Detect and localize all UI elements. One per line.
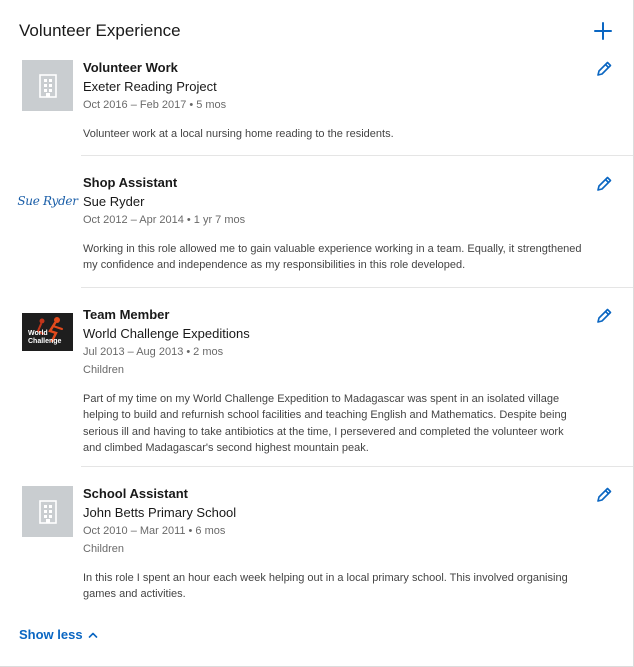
- cause-text: Children: [83, 364, 124, 376]
- entry-content: Team Member World Challenge Expeditions …: [83, 307, 633, 457]
- edit-entry-button[interactable]: [595, 175, 613, 193]
- logo-text-line2: Challenge: [28, 338, 62, 345]
- company-logo: World Challenge: [22, 313, 73, 351]
- plus-icon: [594, 22, 612, 40]
- date-range: Oct 2012 – Apr 2014 • 1 yr 7 mos: [83, 214, 246, 226]
- volunteer-experience-card: Volunteer Experience Volunteer Work Exet…: [0, 0, 634, 667]
- organization-name: Exeter Reading Project: [83, 79, 217, 94]
- role-title: Volunteer Work: [83, 60, 178, 75]
- entry-divider: [81, 287, 633, 288]
- company-logo: Sue Ryder: [17, 175, 78, 226]
- duration-text: 6 mos: [195, 525, 226, 537]
- show-less-button[interactable]: Show less: [19, 627, 99, 643]
- organization-name: Sue Ryder: [83, 194, 145, 209]
- edit-entry-button[interactable]: [595, 60, 613, 78]
- building-icon: [38, 499, 57, 524]
- duration-text: 2 mos: [193, 346, 224, 358]
- section-title: Volunteer Experience: [19, 21, 181, 40]
- chevron-up-icon: [88, 632, 97, 638]
- pencil-icon: [597, 487, 612, 502]
- duration-text: 5 mos: [196, 99, 227, 111]
- cause-text: Children: [83, 543, 124, 555]
- entry-description: Part of my time on my World Challenge Ex…: [83, 393, 567, 455]
- entry-description: Volunteer work at a local nursing home r…: [83, 128, 394, 140]
- dates-text: Jul 2013 – Aug 2013: [83, 346, 184, 358]
- volunteer-entry: World Challenge Team Member World Challe…: [19, 307, 633, 467]
- volunteer-entry: Sue Ryder Shop Assistant Sue Ryder Oct 2…: [17, 175, 633, 287]
- show-less-label: Show less: [19, 627, 83, 642]
- entry-divider: [81, 466, 633, 467]
- dates-text: Oct 2010 – Mar 2011: [83, 525, 186, 537]
- entry-divider: [81, 155, 633, 156]
- building-icon: [38, 73, 57, 98]
- company-logo: [22, 60, 73, 111]
- pencil-icon: [597, 61, 612, 76]
- world-challenge-logo: World Challenge: [22, 313, 73, 351]
- edit-entry-button[interactable]: [595, 307, 613, 325]
- add-volunteer-experience-button[interactable]: [591, 19, 615, 43]
- entry-content: School Assistant John Betts Primary Scho…: [83, 486, 633, 603]
- pencil-icon: [597, 176, 612, 191]
- organization-name: John Betts Primary School: [83, 505, 237, 520]
- edit-entry-button[interactable]: [595, 486, 613, 504]
- entry-description: Working in this role allowed me to gain …: [83, 243, 582, 272]
- role-title: Shop Assistant: [83, 175, 178, 190]
- entry-content: Volunteer Work Exeter Reading Project Oc…: [83, 60, 633, 142]
- volunteer-entry: Volunteer Work Exeter Reading Project Oc…: [19, 60, 633, 156]
- entry-description: In this role I spent an hour each week h…: [83, 572, 568, 601]
- section-header: Volunteer Experience: [19, 19, 615, 43]
- sue-ryder-logo-text: Sue Ryder: [17, 193, 78, 208]
- volunteer-entry: School Assistant John Betts Primary Scho…: [19, 486, 633, 606]
- date-range: Oct 2016 – Feb 2017 • 5 mos: [83, 99, 227, 111]
- date-range: Oct 2010 – Mar 2011 • 6 mos: [83, 525, 226, 537]
- dates-text: Oct 2012 – Apr 2014: [83, 214, 184, 226]
- role-title: Team Member: [83, 307, 170, 322]
- logo-text-line1: World: [28, 330, 48, 337]
- duration-text: 1 yr 7 mos: [193, 214, 246, 226]
- entry-content: Shop Assistant Sue Ryder Oct 2012 – Apr …: [83, 175, 633, 274]
- date-range: Jul 2013 – Aug 2013 • 2 mos: [83, 346, 224, 358]
- role-title: School Assistant: [83, 486, 188, 501]
- pencil-icon: [597, 308, 612, 323]
- dates-text: Oct 2016 – Feb 2017: [83, 99, 187, 111]
- company-logo: [22, 486, 73, 537]
- organization-name: World Challenge Expeditions: [83, 326, 250, 341]
